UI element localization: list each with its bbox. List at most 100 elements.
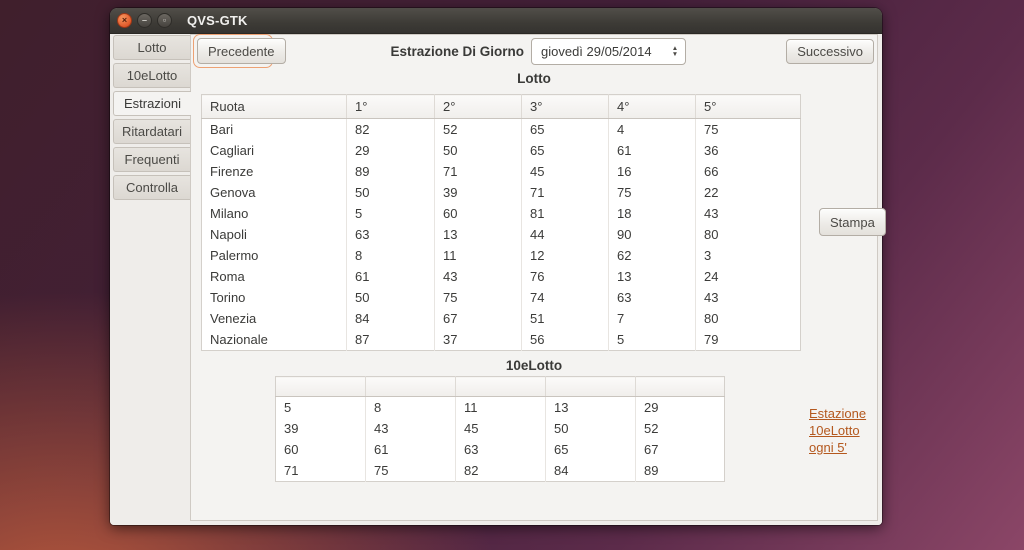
app-window: × – ▫ QVS-GTK Lotto 10eLotto Estrazioni …: [110, 8, 882, 525]
number-cell: 87: [347, 329, 435, 351]
desktop: { "window": { "title": "QVS-GTK", "contr…: [0, 0, 1024, 550]
ruota-cell: Roma: [202, 266, 347, 287]
empty-header-cell: [276, 377, 366, 397]
table-row[interactable]: Nazionale873756579: [202, 329, 801, 351]
print-button[interactable]: Stampa: [819, 208, 886, 236]
sidebar-item-frequenti[interactable]: Frequenti: [113, 147, 190, 172]
number-cell: 84: [546, 460, 636, 482]
sidebar-item-ritardatari[interactable]: Ritardatari: [113, 119, 190, 144]
number-cell: 11: [456, 397, 546, 419]
table-row[interactable]: Torino5075746343: [202, 287, 801, 308]
number-cell: 66: [696, 161, 801, 182]
link-line[interactable]: Estazione: [809, 405, 889, 422]
number-cell: 29: [636, 397, 725, 419]
column-header-1[interactable]: 1°: [347, 95, 435, 119]
number-cell: 11: [435, 245, 522, 266]
table-row[interactable]: Roma6143761324: [202, 266, 801, 287]
ruota-cell: Cagliari: [202, 140, 347, 161]
number-cell: 52: [435, 119, 522, 141]
column-header-5[interactable]: 5°: [696, 95, 801, 119]
number-cell: 61: [366, 439, 456, 460]
number-cell: 90: [609, 224, 696, 245]
empty-header-cell: [456, 377, 546, 397]
date-spinbutton[interactable]: giovedì 29/05/2014 ▲ ▼: [531, 38, 686, 65]
number-cell: 37: [435, 329, 522, 351]
number-cell: 67: [636, 439, 725, 460]
ruota-cell: Firenze: [202, 161, 347, 182]
table-row[interactable]: Napoli6313449080: [202, 224, 801, 245]
number-cell: 63: [456, 439, 546, 460]
number-cell: 29: [347, 140, 435, 161]
date-label: Estrazione Di Giorno: [390, 44, 524, 59]
number-cell: 65: [522, 119, 609, 141]
number-cell: 63: [609, 287, 696, 308]
number-cell: 81: [522, 203, 609, 224]
number-cell: 75: [609, 182, 696, 203]
number-cell: 43: [435, 266, 522, 287]
maximize-button[interactable]: ▫: [157, 13, 172, 28]
link-line[interactable]: ogni 5': [809, 439, 889, 456]
sidebar-item-estrazioni[interactable]: Estrazioni: [113, 91, 191, 116]
table-row[interactable]: Firenze8971451666: [202, 161, 801, 182]
table-row[interactable]: Genova5039717522: [202, 182, 801, 203]
number-cell: 22: [696, 182, 801, 203]
number-cell: 5: [347, 203, 435, 224]
next-button[interactable]: Successivo: [786, 39, 874, 64]
number-cell: 5: [609, 329, 696, 351]
number-cell: 13: [609, 266, 696, 287]
empty-header-cell: [546, 377, 636, 397]
table-row[interactable]: 3943455052: [276, 418, 725, 439]
table-row[interactable]: 6061636567: [276, 439, 725, 460]
sidebar-item-controlla[interactable]: Controlla: [113, 175, 190, 200]
number-cell: 43: [696, 287, 801, 308]
ruota-cell: Milano: [202, 203, 347, 224]
close-button[interactable]: ×: [117, 13, 132, 28]
number-cell: 12: [522, 245, 609, 266]
number-cell: 65: [546, 439, 636, 460]
number-cell: 71: [276, 460, 366, 482]
ruota-cell: Torino: [202, 287, 347, 308]
number-cell: 43: [696, 203, 801, 224]
number-cell: 8: [366, 397, 456, 419]
spinner-arrows[interactable]: ▲ ▼: [665, 46, 685, 58]
window-body: Lotto 10eLotto Estrazioni Ritardatari Fr…: [110, 34, 882, 525]
number-cell: 5: [276, 397, 366, 419]
number-cell: 67: [435, 308, 522, 329]
column-header-2[interactable]: 2°: [435, 95, 522, 119]
column-header-4[interactable]: 4°: [609, 95, 696, 119]
number-cell: 62: [609, 245, 696, 266]
spin-down-icon[interactable]: ▼: [672, 52, 678, 58]
number-cell: 56: [522, 329, 609, 351]
sidebar-item-10elotto[interactable]: 10eLotto: [113, 63, 190, 88]
10elotto-every-5-link[interactable]: Estazione 10eLotto ogni 5': [809, 405, 889, 456]
previous-button[interactable]: Precedente: [197, 38, 286, 64]
minimize-button[interactable]: –: [137, 13, 152, 28]
link-line[interactable]: 10eLotto: [809, 422, 889, 439]
number-cell: 75: [366, 460, 456, 482]
number-cell: 3: [696, 245, 801, 266]
table-row[interactable]: 7175828489: [276, 460, 725, 482]
lotto-heading: Lotto: [191, 71, 877, 86]
table-row[interactable]: Venezia846751780: [202, 308, 801, 329]
column-header-3[interactable]: 3°: [522, 95, 609, 119]
number-cell: 80: [696, 224, 801, 245]
title-bar[interactable]: × – ▫ QVS-GTK: [110, 8, 882, 34]
sidebar-item-lotto[interactable]: Lotto: [113, 35, 190, 60]
sidebar-tabs: Lotto 10eLotto Estrazioni Ritardatari Fr…: [113, 35, 190, 203]
number-cell: 50: [546, 418, 636, 439]
table-row[interactable]: 58111329: [276, 397, 725, 419]
column-header-ruota[interactable]: Ruota: [202, 95, 347, 119]
number-cell: 39: [276, 418, 366, 439]
ruota-cell: Palermo: [202, 245, 347, 266]
table-row[interactable]: Palermo81112623: [202, 245, 801, 266]
number-cell: 51: [522, 308, 609, 329]
number-cell: 71: [435, 161, 522, 182]
window-title: QVS-GTK: [187, 13, 248, 28]
number-cell: 50: [347, 182, 435, 203]
table-row[interactable]: Milano560811843: [202, 203, 801, 224]
table-row[interactable]: Cagliari2950656136: [202, 140, 801, 161]
10elotto-table: 58111329394345505260616365677175828489: [275, 376, 725, 482]
estrazioni-panel: Precedente Estrazione Di Giorno giovedì …: [190, 34, 878, 521]
table-row[interactable]: Bari825265475: [202, 119, 801, 141]
number-cell: 45: [456, 418, 546, 439]
